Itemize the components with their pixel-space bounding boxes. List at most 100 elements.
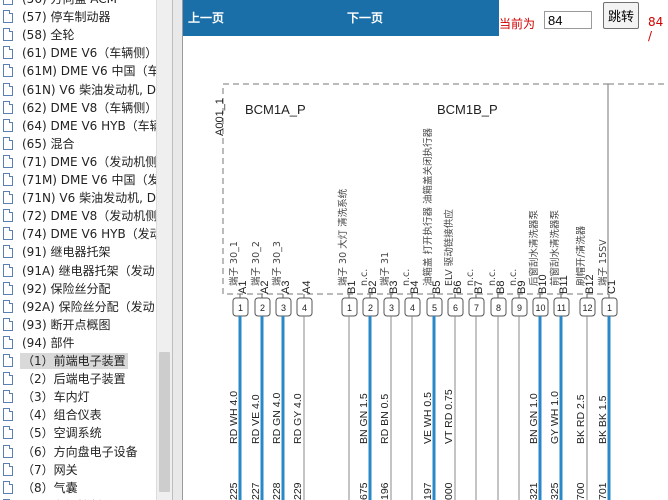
jump-button[interactable]: 跳转: [603, 2, 639, 29]
tree-item[interactable]: (72) DME V8（发动机侧: [0, 207, 172, 225]
pin-name: B1: [346, 281, 358, 294]
document-icon: [3, 335, 13, 349]
tree-item[interactable]: （3）车内灯: [0, 388, 172, 406]
next-page-link[interactable]: 下一页: [347, 9, 383, 26]
tree-item[interactable]: (92A) 保险丝分配（发动: [0, 298, 172, 316]
tree-item[interactable]: (94) 部件: [0, 334, 172, 352]
document-icon: [3, 227, 13, 241]
component-id-label: A001_1: [214, 98, 226, 136]
tree-item[interactable]: (92) 保险丝分配: [0, 280, 172, 298]
tree-item-label: (72) DME V8（发动机侧: [22, 209, 158, 224]
pin-name: B7: [473, 281, 485, 294]
scrollbar-thumb[interactable]: [159, 352, 170, 492]
pin: n.c.B22BN GN 1.5675: [358, 269, 379, 500]
pane-splitter[interactable]: [172, 0, 183, 500]
document-icon: [3, 136, 13, 150]
tree-item[interactable]: (58) 全轮: [0, 26, 172, 44]
document-icon: [3, 390, 13, 404]
tree-item[interactable]: (74) DME V6 HYB（发动: [0, 225, 172, 243]
tree-item[interactable]: （6）方向盘电子设备: [0, 443, 172, 461]
tree-item-label: (61M) DME V6 中国（车: [22, 64, 160, 79]
wire-code: 227: [250, 482, 262, 500]
tree-item-label: (61N) V6 柴油发动机, DI: [22, 82, 160, 97]
tree-item-label: (71) DME V6（发动机侧: [22, 154, 158, 169]
pin: 端子 31B33RD BN 0.5196: [379, 252, 400, 500]
tree-item[interactable]: (71M) DME V6 中国（发: [0, 171, 172, 189]
pin-name: B6: [452, 281, 464, 294]
tree-item-label: (74) DME V6 HYB（发动: [22, 227, 162, 242]
tree-item-label: (92A) 保险丝分配（发动: [22, 299, 155, 314]
tree-item[interactable]: （2）后端电子装置: [0, 370, 172, 388]
tree-item[interactable]: （4）组合仪表: [0, 406, 172, 424]
wire-label: VT RD 0.75: [443, 389, 455, 444]
pin-description: 端子 30_2: [250, 241, 262, 286]
tree-item-label: (57) 停车制动器: [22, 10, 111, 25]
sidebar-scrollbar[interactable]: [156, 0, 172, 500]
pin-description: 端子 30_3: [271, 241, 283, 286]
pin-number: 1: [347, 303, 352, 313]
tree-item[interactable]: (56) 方向盘 ACM: [0, 0, 172, 8]
tree-item-label: (62) DME V8（车辆侧）: [22, 100, 158, 115]
tree-item[interactable]: (65) 混合: [0, 135, 172, 153]
tree-item[interactable]: (57) 停车制动器: [0, 8, 172, 26]
document-icon: [3, 263, 13, 277]
tree-item[interactable]: （1）前端电子装置: [0, 352, 172, 370]
prev-page-link[interactable]: 上一页: [188, 9, 224, 26]
wire-code: 229: [292, 482, 304, 500]
pin-name: B3: [388, 281, 400, 294]
pin-number: 12: [582, 303, 592, 313]
tree-item[interactable]: (61N) V6 柴油发动机, DI: [0, 81, 172, 99]
tree-item[interactable]: （8）气囊: [0, 479, 172, 497]
wire-code: 675: [358, 482, 370, 500]
pin-description: 端子 30 大灯 清洗系统: [337, 188, 349, 286]
pin-name: B4: [409, 281, 421, 294]
pin-name: A2: [259, 281, 271, 294]
pin-name: B11: [558, 275, 570, 294]
document-icon: [3, 118, 13, 132]
pin-name: B2: [367, 281, 379, 294]
tree-item-label: (94) 部件: [22, 335, 75, 350]
tree-item[interactable]: (91) 继电器托架: [0, 243, 172, 261]
document-icon: [3, 480, 13, 494]
tree-item[interactable]: (71) DME V6（发动机侧: [0, 153, 172, 171]
tree-item[interactable]: (64) DME V6 HYB（车辆: [0, 117, 172, 135]
document-icon: [3, 46, 13, 60]
pin: n.c.B77: [465, 269, 485, 500]
tree-item[interactable]: （7）网关: [0, 461, 172, 479]
pin-name: B8: [495, 281, 507, 294]
tree-item[interactable]: (61) DME V6（车辆侧）: [0, 44, 172, 62]
document-icon: [3, 408, 13, 422]
pin-description: ELV 驱动链接供应: [443, 209, 455, 286]
tree-item[interactable]: (91A) 继电器托架（发动: [0, 262, 172, 280]
sidebar-tree: (56) 方向盘 ACM (57) 停车制动器 (58) 全轮 (61) DME V6…: [0, 0, 173, 500]
tree-item-label: （1）前端电子装置: [20, 353, 128, 369]
document-icon: [3, 64, 13, 78]
document-icon: [3, 191, 13, 205]
pin-number: 3: [281, 303, 286, 313]
pin-number: 10: [535, 303, 545, 313]
document-icon: [3, 354, 13, 367]
pin: 端子 30 大灯 清洗系统B1 1: [337, 188, 358, 500]
tree-item-label: (65) 混合: [22, 136, 75, 151]
wire-label: VE WH 0.5: [422, 392, 434, 444]
document-icon: [3, 82, 13, 96]
page-number-input[interactable]: [544, 11, 592, 29]
tree-item[interactable]: (93) 断开点概图: [0, 316, 172, 334]
tree-item[interactable]: (71N) V6 柴油发动机, DI: [0, 189, 172, 207]
tree-item[interactable]: （5）空调系统: [0, 424, 172, 442]
wire-label: RD WH 4.0: [228, 391, 240, 444]
document-icon: [3, 0, 13, 5]
wire-label: RD BN 0.5: [379, 394, 391, 444]
pin: 后窗刮水清洗器泵B1010BN GN 1.0321: [528, 209, 549, 500]
pin-description: 油箱盖 打开执行器 油箱盖关闭执行器: [422, 127, 434, 286]
wire-code: 228: [271, 482, 283, 500]
tree-item-label: （3）车内灯: [22, 390, 90, 405]
pin-name: C1: [606, 280, 618, 294]
tree-item[interactable]: (62) DME V8（车辆侧）: [0, 99, 172, 117]
tree-item[interactable]: (61M) DME V6 中国（车: [0, 62, 172, 80]
document-icon: [3, 28, 13, 42]
tree-item-label: （5）空调系统: [22, 426, 102, 441]
document-icon: [3, 173, 13, 186]
wire-label: BN GN 1.5: [358, 393, 370, 444]
tree-item-label: （7）网关: [22, 462, 78, 477]
